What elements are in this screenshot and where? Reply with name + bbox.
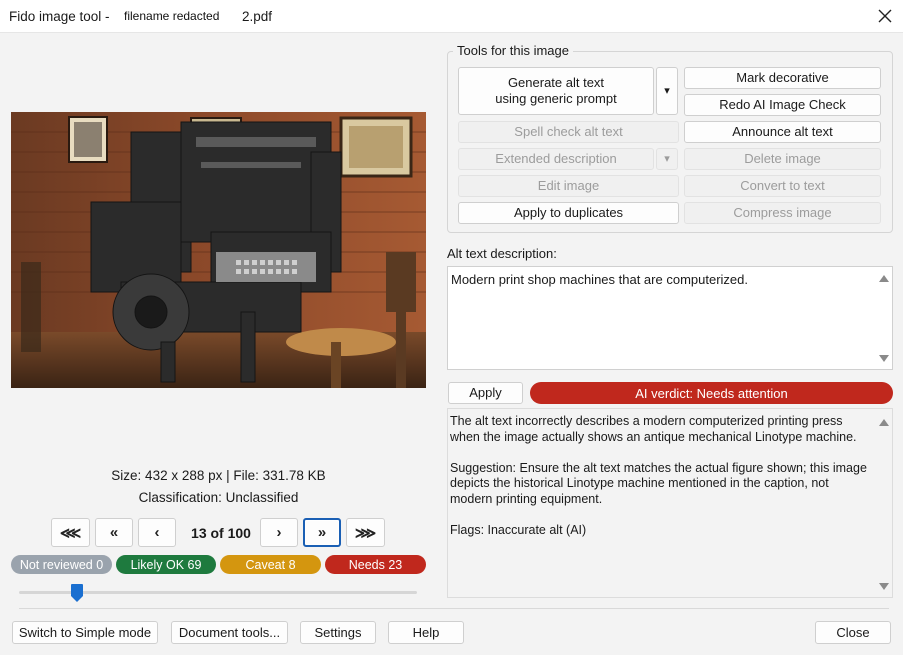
extended-description-button[interactable]: Extended description <box>458 148 654 170</box>
feedback-paragraph: Flags: Inaccurate alt (AI) <box>450 522 587 537</box>
generate-alt-text-button[interactable]: Generate alt text using generic prompt <box>458 67 654 115</box>
convert-to-text-button[interactable]: Convert to text <box>684 175 881 197</box>
settings-button[interactable]: Settings <box>300 621 376 644</box>
edit-image-button[interactable]: Edit image <box>458 175 679 197</box>
apply-to-duplicates-button[interactable]: Apply to duplicates <box>458 202 679 224</box>
scroll-down-icon[interactable] <box>879 583 889 590</box>
scroll-up-icon[interactable] <box>879 275 889 282</box>
image-slider-thumb[interactable] <box>71 584 84 602</box>
not-reviewed-badge[interactable]: Not reviewed 0 <box>11 555 112 574</box>
feedback-scrollbar[interactable] <box>876 409 892 597</box>
redacted-filename: filename redacted <box>124 9 220 23</box>
close-icon[interactable] <box>873 4 897 28</box>
file-name-suffix: 2.pdf <box>242 9 273 24</box>
feedback-paragraph: Suggestion: Ensure the alt text matches … <box>450 460 867 506</box>
page-counter: 13 of 100 <box>191 524 251 541</box>
alt-text-value: Modern print shop machines that are comp… <box>451 272 748 287</box>
scroll-down-icon[interactable] <box>879 355 889 362</box>
redo-ai-image-check-button[interactable]: Redo AI Image Check <box>684 94 881 116</box>
mark-decorative-button[interactable]: Mark decorative <box>684 67 881 89</box>
first-image-button[interactable]: ⋘ <box>51 518 90 547</box>
tools-group-label: Tools for this image <box>453 43 573 58</box>
feedback-paragraph: The alt text incorrectly describes a mod… <box>450 414 857 444</box>
generate-alt-text-line1: Generate alt text <box>507 75 605 90</box>
generate-options-dropdown[interactable]: ▾ <box>656 67 678 115</box>
spell-check-button[interactable]: Spell check alt text <box>458 121 679 143</box>
jump-forward-button[interactable]: » <box>303 518 341 547</box>
help-button[interactable]: Help <box>388 621 464 644</box>
image-preview <box>11 112 426 388</box>
last-image-button[interactable]: ⋙ <box>346 518 385 547</box>
needs-badge[interactable]: Needs 23 <box>325 555 426 574</box>
caveat-badge[interactable]: Caveat 8 <box>220 555 321 574</box>
apply-button[interactable]: Apply <box>448 382 523 404</box>
image-size-info: Size: 432 x 288 px | File: 331.78 KB <box>111 468 326 483</box>
ai-verdict-badge: AI verdict: Needs attention <box>530 382 893 404</box>
alt-text-label: Alt text description: <box>447 246 557 261</box>
image-classification: Classification: Unclassified <box>138 490 299 505</box>
switch-simple-mode-button[interactable]: Switch to Simple mode <box>12 621 158 644</box>
extended-description-dropdown[interactable]: ▾ <box>656 148 678 170</box>
compress-image-button[interactable]: Compress image <box>684 202 881 224</box>
footer-divider <box>19 608 889 609</box>
previous-image-button[interactable]: ‹ <box>138 518 176 547</box>
next-image-button[interactable]: › <box>260 518 298 547</box>
announce-alt-text-button[interactable]: Announce alt text <box>684 121 881 143</box>
scroll-up-icon[interactable] <box>879 419 889 426</box>
ai-feedback-text: The alt text incorrectly describes a mod… <box>450 414 870 554</box>
document-tools-button[interactable]: Document tools... <box>171 621 288 644</box>
generate-alt-text-line2: using generic prompt <box>495 91 617 106</box>
alt-text-scrollbar[interactable] <box>876 267 892 369</box>
delete-image-button[interactable]: Delete image <box>684 148 881 170</box>
likely-ok-badge[interactable]: Likely OK 69 <box>116 555 216 574</box>
alt-text-input[interactable]: Modern print shop machines that are comp… <box>447 266 893 370</box>
close-button[interactable]: Close <box>815 621 891 644</box>
window-title: Fido image tool - <box>9 9 110 24</box>
jump-back-button[interactable]: « <box>95 518 133 547</box>
